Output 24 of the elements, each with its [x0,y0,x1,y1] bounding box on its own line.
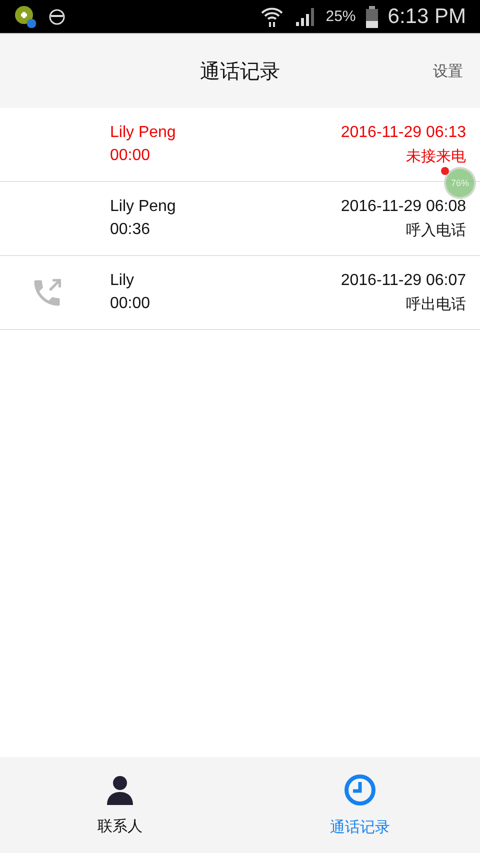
tab[interactable]: 通话记录 [240,757,480,853]
settings-link[interactable]: 设置 [433,62,463,81]
battery-icon [366,6,378,28]
call-duration: 00:00 [110,147,152,165]
person-icon [106,774,134,804]
clock: 6:13 PM [388,4,466,28]
call-type: 呼出电话 [406,294,466,314]
app-notification-icon [14,4,38,28]
contact-name: Lily Peng [110,124,177,142]
call-time: 2016-11-29 06:07 [340,272,466,290]
signal-icon [294,6,316,28]
call-duration: 00:36 [110,221,152,239]
call-time: 2016-11-29 06:08 [340,198,466,216]
tab[interactable]: 联系人 [0,757,240,853]
page-title: 通话记录 [200,58,280,84]
call-duration: 00:00 [110,295,152,313]
notification-dot [441,167,449,175]
battery-percentage: 25% [326,8,356,25]
call-type: 未接来电 [406,146,466,166]
contact-name: Lily Peng [110,198,177,216]
call-type: 呼入电话 [406,220,466,240]
contact-name: Lily [110,272,136,290]
clock-icon [344,774,376,806]
call-time: 2016-11-29 06:13 [340,124,466,142]
